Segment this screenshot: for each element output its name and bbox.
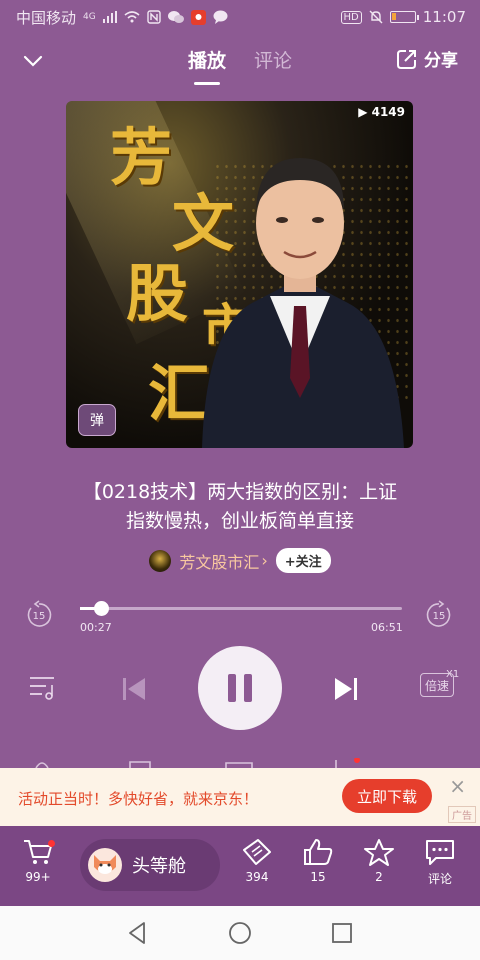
pause-icon-bar-right [244, 674, 252, 702]
danmu-label: 弹 [90, 413, 104, 429]
thumbs-up-icon [304, 839, 333, 865]
rewind-15-icon[interactable]: 15 [24, 600, 54, 630]
next-track-icon[interactable] [332, 675, 360, 703]
favorite-button[interactable]: 2 [362, 838, 396, 884]
network-type-label: 4G [83, 12, 96, 22]
play-count: ▶ 4149 [358, 105, 405, 119]
comment-label: 评论 [427, 872, 452, 886]
ticket-icon [243, 839, 271, 865]
forward-seconds-label: 15 [433, 611, 446, 622]
episode-title-line-1: 【0218技术】两大指数的区别：上证 [82, 481, 398, 503]
first-class-label: 头等舱 [132, 856, 186, 877]
danmu-toggle[interactable]: 弹 [78, 404, 116, 436]
gift-button[interactable]: 394 [240, 838, 274, 884]
star-icon [364, 839, 394, 866]
ad-close-icon[interactable]: × [449, 774, 466, 798]
album-cover[interactable]: 芳 文 股 市 汇 ▶ 4149 弹 [66, 101, 413, 448]
progress-area: 15 00:27 06:51 15 [0, 596, 480, 640]
share-button[interactable]: 分享 [396, 46, 458, 71]
tab-play[interactable]: 播放 [188, 46, 226, 85]
wechat-icon [167, 11, 184, 23]
forward-15-icon[interactable]: 15 [424, 600, 454, 630]
episode-title: 【0218技术】两大指数的区别：上证 指数慢热，创业板简单直接 [40, 478, 440, 536]
favorite-count: 2 [375, 870, 383, 884]
bottom-action-bar: 99+ 头等舱 394 15 2 评论 [0, 826, 480, 906]
ad-banner[interactable]: 活动正当时！多快好省，就来京东！ 立即下载 × 广告 [0, 768, 480, 826]
pause-button[interactable] [198, 646, 282, 730]
hd-icon: HD [340, 10, 362, 24]
episode-title-line-2: 指数慢热，创业板简单直接 [125, 510, 354, 532]
ad-label: 广告 [448, 806, 476, 823]
progress-track[interactable] [80, 601, 402, 616]
author-row: 芳文股市汇 › +关注 [0, 548, 480, 573]
first-class-button[interactable]: 头等舱 [80, 839, 220, 891]
like-button[interactable]: 15 [302, 838, 334, 884]
clock: 11:07 [422, 8, 466, 26]
battery-icon [389, 11, 419, 23]
previous-track-icon[interactable] [120, 675, 148, 703]
comment-icon [426, 840, 454, 865]
progress-thumb[interactable] [94, 601, 110, 616]
chevron-right-icon: › [261, 551, 268, 570]
total-time: 06:51 [371, 621, 403, 634]
ad-download-button[interactable]: 立即下载 [342, 779, 432, 813]
follow-button[interactable]: +关注 [275, 548, 331, 573]
ad-text: 活动正当时！多快好省，就来京东！ [18, 790, 259, 808]
playlist-icon[interactable] [28, 675, 58, 701]
mute-icon [369, 10, 383, 24]
back-icon[interactable] [124, 919, 152, 947]
gift-count: 394 [245, 870, 269, 884]
like-count: 15 [310, 870, 326, 884]
current-time: 00:27 [80, 621, 112, 634]
app-icon [190, 9, 206, 25]
recents-icon[interactable] [328, 919, 356, 947]
share-label: 分享 [424, 51, 458, 71]
status-left: 中国移动 4G [16, 7, 228, 28]
cart-count: 99+ [25, 870, 51, 884]
comment-button[interactable]: 评论 [424, 838, 456, 887]
share-icon [397, 49, 416, 69]
playback-controls: 倍速 X1 [0, 645, 480, 731]
cover-char-3: 股 [126, 257, 189, 330]
cart-red-dot [48, 840, 55, 847]
author-name-link[interactable]: 芳文股市汇 [179, 549, 259, 573]
wifi-icon [124, 11, 140, 23]
rewind-seconds-label: 15 [33, 611, 46, 622]
pause-icon-bar-left [228, 674, 236, 702]
cart-button[interactable]: 99+ [22, 838, 55, 884]
nfc-icon [147, 10, 161, 24]
author-avatar[interactable] [149, 549, 172, 572]
system-nav-bar [0, 906, 480, 960]
message-icon [213, 10, 228, 24]
speed-value: X1 [446, 669, 460, 680]
status-right: HD 11:07 [340, 8, 466, 26]
signal-icon [102, 11, 117, 23]
host-portrait [202, 158, 404, 448]
status-bar: 中国移动 4G HD 11:07 [0, 0, 480, 34]
top-nav: 播放 评论 分享 [0, 38, 480, 85]
tab-comments[interactable]: 评论 [254, 46, 292, 81]
cover-char-1: 芳 [110, 121, 173, 194]
carrier-label: 中国移动 [16, 8, 77, 27]
fox-mascot-icon [88, 848, 122, 882]
home-icon[interactable] [226, 919, 254, 947]
